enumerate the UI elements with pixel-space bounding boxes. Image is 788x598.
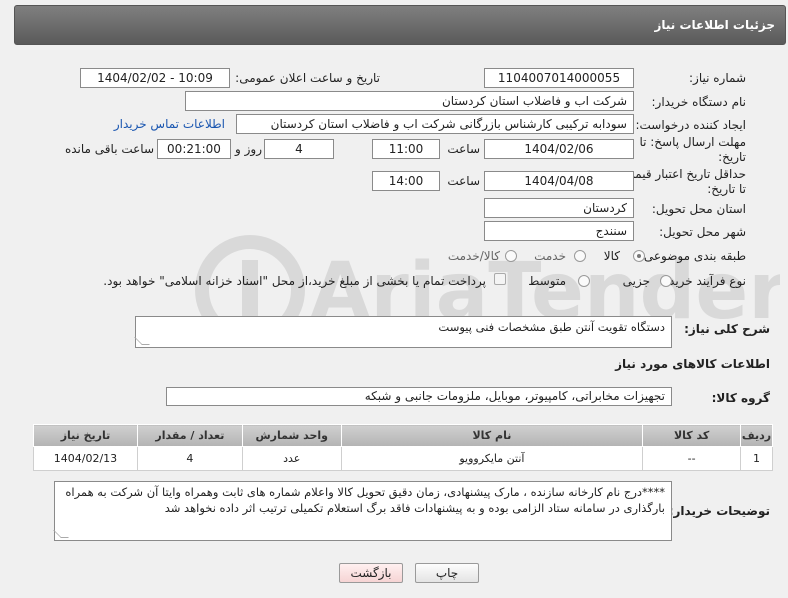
page-header: جزئیات اطلاعات نیاز xyxy=(14,5,786,45)
reply-deadline-remaining-label: ساعت باقی مانده xyxy=(64,142,154,156)
table-row: 1 -- آنتن مایکروویو عدد 4 1404/02/13 xyxy=(33,446,773,471)
treasury-payment-checkbox[interactable] xyxy=(494,273,506,285)
delivery-city-field: سنندج xyxy=(484,221,634,241)
description-text: دستگاه تقویت آنتن طبق مشخصات فنی پیوست xyxy=(438,320,665,334)
announce-datetime-label: تاریخ و ساعت اعلان عمومی: xyxy=(235,71,380,85)
category-option-goods: کالا xyxy=(603,249,620,263)
cell-row-number: 1 xyxy=(740,446,773,471)
price-validity-date: 1404/04/08 xyxy=(484,171,634,191)
cell-quantity: 4 xyxy=(136,446,243,471)
resize-grip-icon[interactable] xyxy=(53,530,69,538)
reply-deadline-label-line1: مهلت ارسال پاسخ: تا xyxy=(639,135,746,149)
back-button[interactable]: بازگشت xyxy=(339,563,403,583)
col-quantity: تعداد / مقدار xyxy=(136,424,243,447)
reply-deadline-label: مهلت ارسال پاسخ: تا تاریخ: xyxy=(639,135,746,165)
need-number-field: 1104007014000055 xyxy=(484,68,634,88)
goods-group-field: تجهیزات مخابراتی، کامپیوتر، موبایل، ملزو… xyxy=(166,387,672,406)
cell-item-name: آنتن مایکروویو xyxy=(340,446,644,471)
reply-deadline-date: 1404/02/06 xyxy=(484,139,634,159)
cell-need-date: 1404/02/13 xyxy=(33,446,138,471)
reply-deadline-time-label: ساعت xyxy=(447,142,480,156)
category-option-goods-service: کالا/خدمت xyxy=(447,249,500,263)
price-validity-label: حداقل تاریخ اعتبار قیمت: تا تاریخ: xyxy=(619,167,746,197)
category-option-service: خدمت xyxy=(534,249,566,263)
purchase-type-label: نوع فرآیند خرید : xyxy=(661,274,746,288)
purchase-type-option-minor: جزیی xyxy=(622,274,650,288)
col-row-number: ردیف xyxy=(740,424,773,447)
col-item-name: نام کالا xyxy=(340,424,644,447)
category-radio-service[interactable] xyxy=(574,250,586,262)
purchase-type-option-medium: متوسط xyxy=(528,274,566,288)
description-field: دستگاه تقویت آنتن طبق مشخصات فنی پیوست xyxy=(134,316,672,348)
col-need-date: تاریخ نیاز xyxy=(33,424,138,447)
cell-unit: عدد xyxy=(241,446,342,471)
delivery-province-field: کردستان xyxy=(484,198,634,218)
col-unit: واحد شمارش xyxy=(241,424,342,447)
goods-table: ردیف کد کالا نام کالا واحد شمارش تعداد /… xyxy=(33,424,773,471)
price-validity-time: 14:00 xyxy=(372,171,440,191)
buyer-notes-field: ****درج نام کارخانه سازنده ، مارک پیشنها… xyxy=(53,481,672,541)
requester-label: ایجاد کننده درخواست: xyxy=(635,118,746,132)
purchase-type-radio-minor[interactable] xyxy=(660,275,672,287)
category-radio-goods[interactable] xyxy=(633,250,645,262)
buyer-org-label: نام دستگاه خریدار: xyxy=(651,95,747,109)
need-number-label: شماره نیاز: xyxy=(689,71,746,85)
reply-deadline-days-label: روز و xyxy=(235,142,262,156)
price-validity-label-line2: تا تاریخ: xyxy=(707,182,746,196)
col-item-code: کد کالا xyxy=(642,424,742,447)
price-validity-time-label: ساعت xyxy=(447,174,480,188)
treasury-payment-note: پرداخت تمام یا بخشی از مبلغ خرید،از محل … xyxy=(103,274,486,288)
announce-datetime-field: 1404/02/02 - 10:09 xyxy=(80,68,230,88)
purchase-type-radio-medium[interactable] xyxy=(578,275,590,287)
print-button[interactable]: چاپ xyxy=(415,563,479,583)
buyer-org-field: شرکت اب و فاضلاب استان کردستان xyxy=(185,91,634,111)
cell-item-code: -- xyxy=(642,446,742,471)
reply-deadline-time: 11:00 xyxy=(372,139,440,159)
goods-table-header: ردیف کد کالا نام کالا واحد شمارش تعداد /… xyxy=(33,424,773,447)
page-title: جزئیات اطلاعات نیاز xyxy=(654,18,775,32)
goods-group-label: گروه کالا: xyxy=(711,391,770,405)
price-validity-label-line1: حداقل تاریخ اعتبار قیمت: xyxy=(619,167,746,181)
page: جزئیات اطلاعات نیاز AriaTender.net شماره… xyxy=(0,0,788,598)
buyer-contact-link[interactable]: اطلاعات تماس خریدار xyxy=(114,117,225,131)
description-label: شرح کلی نیاز: xyxy=(684,322,770,336)
category-radio-goods-service[interactable] xyxy=(505,250,517,262)
delivery-province-label: استان محل تحویل: xyxy=(651,202,746,216)
requester-field: سودابه ترکیبی کارشناس بازرگانی شرکت اب و… xyxy=(236,114,634,134)
reply-deadline-days: 4 xyxy=(264,139,334,159)
category-label: طبقه بندی موضوعی: xyxy=(639,249,746,263)
resize-grip-icon[interactable] xyxy=(134,337,150,345)
reply-deadline-remaining: 00:21:00 xyxy=(157,139,231,159)
reply-deadline-label-line2: تاریخ: xyxy=(718,150,746,164)
goods-section-title: اطلاعات کالاهای مورد نیاز xyxy=(615,357,770,371)
buyer-notes-text: ****درج نام کارخانه سازنده ، مارک پیشنها… xyxy=(65,485,665,515)
delivery-city-label: شهر محل تحویل: xyxy=(659,225,746,239)
buyer-notes-label: توضیحات خریدار: xyxy=(668,504,770,518)
